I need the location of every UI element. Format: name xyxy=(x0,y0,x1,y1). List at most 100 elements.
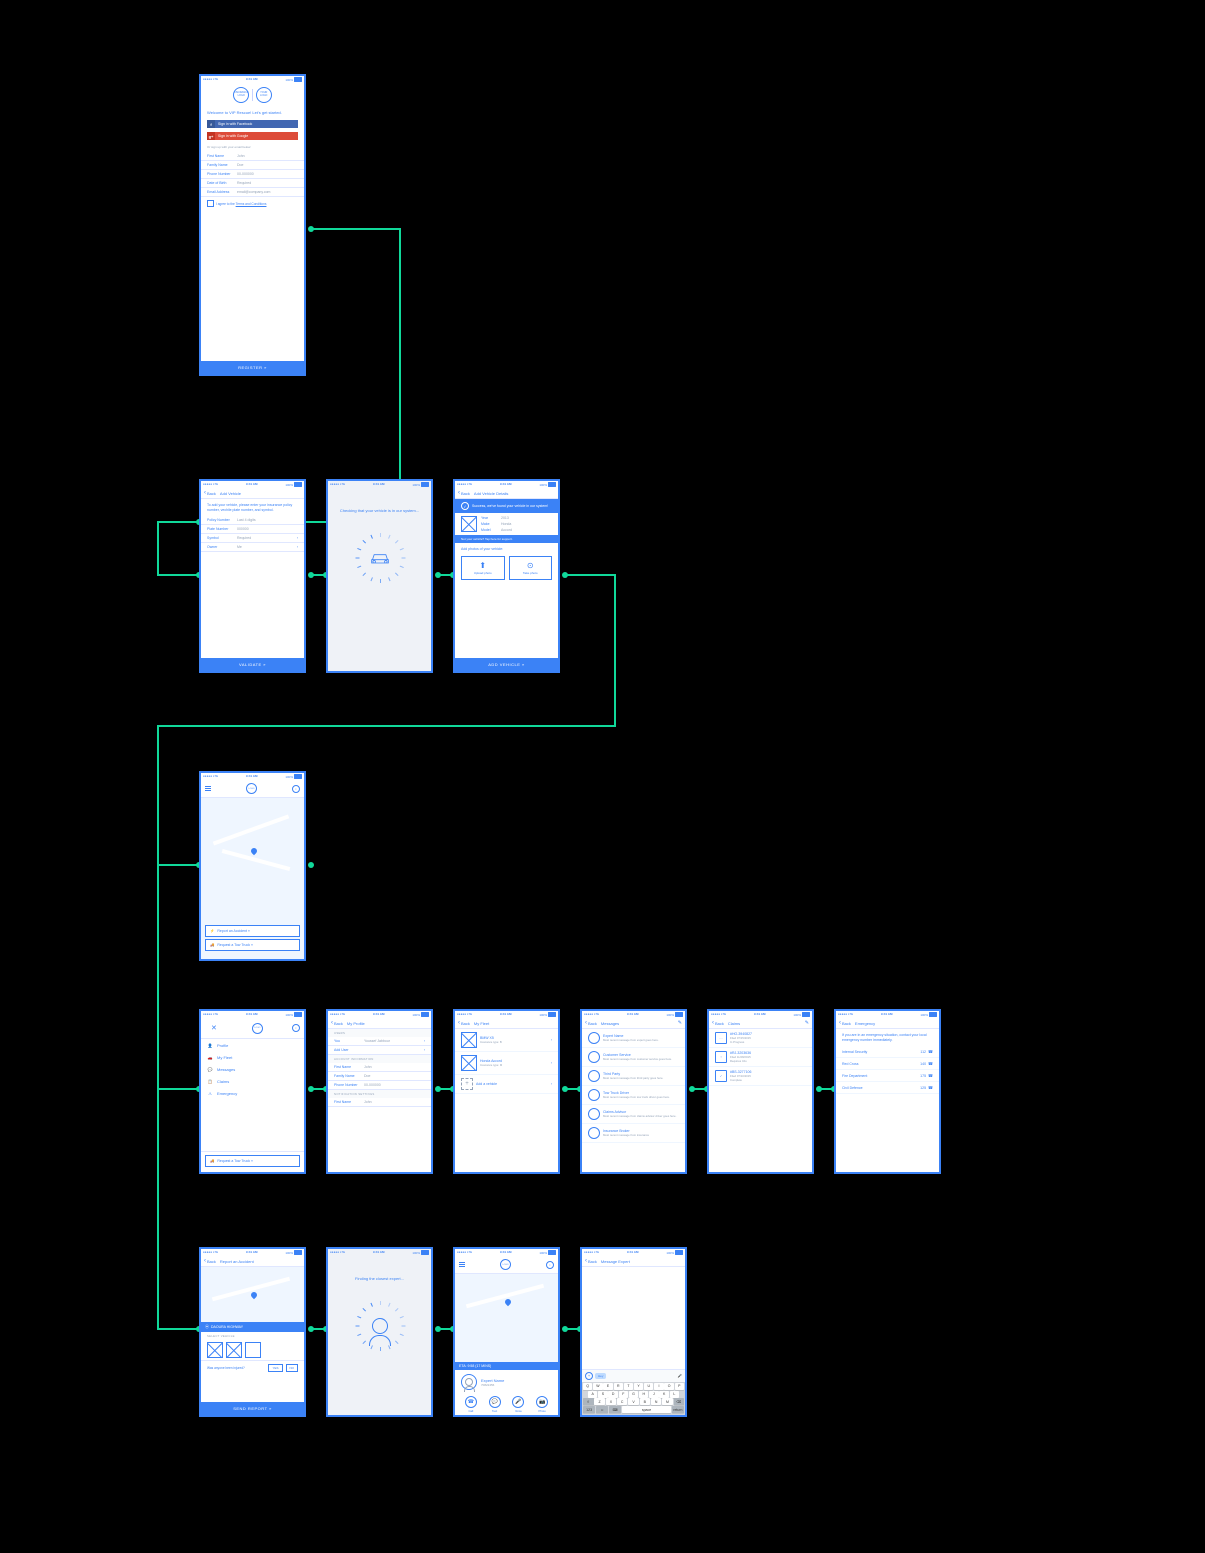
request-tow-button[interactable]: 🚚Request a Tow Truck » xyxy=(205,1155,300,1167)
form-field[interactable]: OwnerMe› xyxy=(201,543,304,552)
key-space[interactable]: space xyxy=(622,1406,671,1413)
user-row[interactable]: YouYoussef Jabbour› xyxy=(328,1037,431,1046)
fleet-item[interactable]: BMW X5Insurance type: B› xyxy=(455,1029,558,1052)
menu-item-claims[interactable]: 📋Claims xyxy=(201,1075,304,1087)
key[interactable]: W xyxy=(593,1383,602,1390)
menu-item-profile[interactable]: 👤Profile xyxy=(201,1039,304,1051)
back-button[interactable]: Back xyxy=(331,1020,343,1026)
compose-button[interactable]: ✎ xyxy=(678,1020,682,1026)
message-item[interactable]: Claims AdvisorMost recent message from c… xyxy=(582,1105,685,1124)
key[interactable]: R xyxy=(614,1383,623,1390)
form-field[interactable]: Policy NumberLast 4 digits xyxy=(201,516,304,525)
google-signin-button[interactable]: g+Sign in with Google xyxy=(207,132,298,140)
emergency-item[interactable]: Red Cross140 xyxy=(836,1058,939,1070)
form-field[interactable]: SymbolRequired› xyxy=(201,534,304,543)
back-button[interactable]: Back xyxy=(712,1020,724,1026)
keyboard[interactable]: QWERTYUIOPASDFGHJKL⇧ZXCVBNM⌫123☺⌨spacere… xyxy=(582,1382,685,1415)
close-button[interactable]: ✕ xyxy=(205,1021,223,1035)
upload-photo-button[interactable]: ⬆Upload photo xyxy=(461,556,505,580)
key[interactable]: G xyxy=(629,1391,638,1398)
report-accident-button[interactable]: ⚡Report an Accident » xyxy=(205,925,300,937)
request-tow-button[interactable]: 🚚Request a Tow Truck » xyxy=(205,939,300,951)
key[interactable]: M xyxy=(662,1398,673,1405)
key[interactable]: ⌫ xyxy=(674,1398,685,1405)
back-button[interactable]: Back xyxy=(458,490,470,496)
back-button[interactable]: Back xyxy=(204,1258,216,1264)
claim-item[interactable]: ✓#BS-3277106Filed 07/10/2015Complete xyxy=(709,1067,812,1086)
info-button[interactable]: i xyxy=(292,1024,300,1032)
key-☺[interactable]: ☺ xyxy=(596,1406,608,1413)
terms-checkbox-row[interactable]: I agree to the Terms and Conditions xyxy=(201,197,304,210)
call-button[interactable]: ☎Call xyxy=(465,1396,477,1413)
message-item[interactable]: Insurance BrokerMost recent message from… xyxy=(582,1124,685,1143)
back-button[interactable]: Back xyxy=(204,490,216,496)
form-field[interactable]: First NameJohn xyxy=(328,1063,431,1072)
yes-button[interactable]: YES xyxy=(268,1364,282,1372)
menu-button[interactable] xyxy=(459,1262,465,1266)
warning-banner[interactable]: Not your vehicle? Tap here for support. xyxy=(455,535,558,543)
key[interactable]: S xyxy=(598,1391,607,1398)
facebook-signin-button[interactable]: fSign in with Facebook xyxy=(207,120,298,128)
message-item[interactable]: Tow Truck DriverMost recent message from… xyxy=(582,1086,685,1105)
send-report-button[interactable]: SEND REPORT » xyxy=(201,1402,304,1415)
key[interactable]: C xyxy=(617,1398,628,1405)
register-button[interactable]: REGISTER » xyxy=(201,361,304,374)
emergency-item[interactable]: Civil Defence125 xyxy=(836,1082,939,1094)
mic-button[interactable]: 🎤 xyxy=(678,1374,682,1378)
form-field[interactable]: Phone Number00-000000 xyxy=(328,1081,431,1090)
key[interactable]: O xyxy=(664,1383,673,1390)
key-123[interactable]: 123 xyxy=(583,1406,595,1413)
key[interactable]: B xyxy=(640,1398,651,1405)
message-item[interactable]: Expert NameMost recent message from expe… xyxy=(582,1029,685,1048)
map[interactable]: ⚡Report an Accident » 🚚Request a Tow Tru… xyxy=(201,798,304,959)
key[interactable]: L xyxy=(670,1391,679,1398)
key[interactable]: F xyxy=(619,1391,628,1398)
message-item[interactable]: Customer ServiceMost recent message from… xyxy=(582,1048,685,1067)
key[interactable]: Q xyxy=(583,1383,592,1390)
menu-item-messages[interactable]: 💬Messages xyxy=(201,1063,304,1075)
voice-button[interactable]: 🎤Voice xyxy=(512,1396,524,1413)
vehicle-option-empty[interactable] xyxy=(245,1342,261,1358)
form-field[interactable]: First NameJohn xyxy=(201,152,304,161)
vehicle-selector[interactable] xyxy=(201,1340,304,1360)
back-button[interactable]: Back xyxy=(585,1020,597,1026)
key[interactable]: A xyxy=(588,1391,597,1398)
form-field[interactable]: Plate Number000000 xyxy=(201,525,304,534)
photo-button[interactable]: 📷Photo xyxy=(536,1396,548,1413)
key[interactable]: I xyxy=(654,1383,663,1390)
key[interactable]: Y xyxy=(634,1383,643,1390)
notif-field[interactable]: First NameJohn xyxy=(328,1098,431,1107)
text-button[interactable]: 💬Text xyxy=(489,1396,501,1413)
key-return[interactable]: return xyxy=(672,1406,684,1413)
form-field[interactable]: Date of BirthRequired xyxy=(201,179,304,188)
info-button[interactable]: i xyxy=(292,785,300,793)
menu-item-emergency[interactable]: ⚠Emergency xyxy=(201,1087,304,1099)
key[interactable]: X xyxy=(606,1398,617,1405)
key[interactable]: T xyxy=(624,1383,633,1390)
info-button[interactable]: i xyxy=(546,1261,554,1269)
key[interactable]: J xyxy=(649,1391,658,1398)
back-button[interactable]: Back xyxy=(585,1258,597,1264)
key-⌨[interactable]: ⌨ xyxy=(609,1406,621,1413)
key[interactable]: P xyxy=(675,1383,684,1390)
form-field[interactable]: Phone Number00-000000 xyxy=(201,170,304,179)
key[interactable]: Z xyxy=(594,1398,605,1405)
vehicle-option[interactable] xyxy=(207,1342,223,1358)
add-user-row[interactable]: Add User› xyxy=(328,1046,431,1055)
key[interactable]: N xyxy=(651,1398,662,1405)
back-button[interactable]: Back xyxy=(458,1020,470,1026)
validate-button[interactable]: VALIDATE » xyxy=(201,658,304,671)
take-photo-button[interactable]: ⊙Take photo xyxy=(509,556,553,580)
chat-tag[interactable]: Hey xyxy=(595,1373,606,1379)
compose-button[interactable]: ✎ xyxy=(805,1020,809,1026)
form-field[interactable]: Email Addressemail@company.com xyxy=(201,188,304,197)
fleet-item[interactable]: Honda AccordInsurance type: M› xyxy=(455,1052,558,1075)
key[interactable]: V xyxy=(628,1398,639,1405)
terms-link[interactable]: Terms and Conditions xyxy=(236,202,267,206)
claim-item[interactable]: ····#HO-3940827Filed 07/15/2015In Progre… xyxy=(709,1029,812,1048)
emergency-item[interactable]: Fire Department175 xyxy=(836,1070,939,1082)
claim-item[interactable]: !#RJ-3203636Filed 11/28/2015Requires Inf… xyxy=(709,1048,812,1067)
key[interactable]: K xyxy=(659,1391,668,1398)
map[interactable] xyxy=(201,1267,304,1322)
add-vehicle-button[interactable]: ADD VEHICLE » xyxy=(455,658,558,671)
